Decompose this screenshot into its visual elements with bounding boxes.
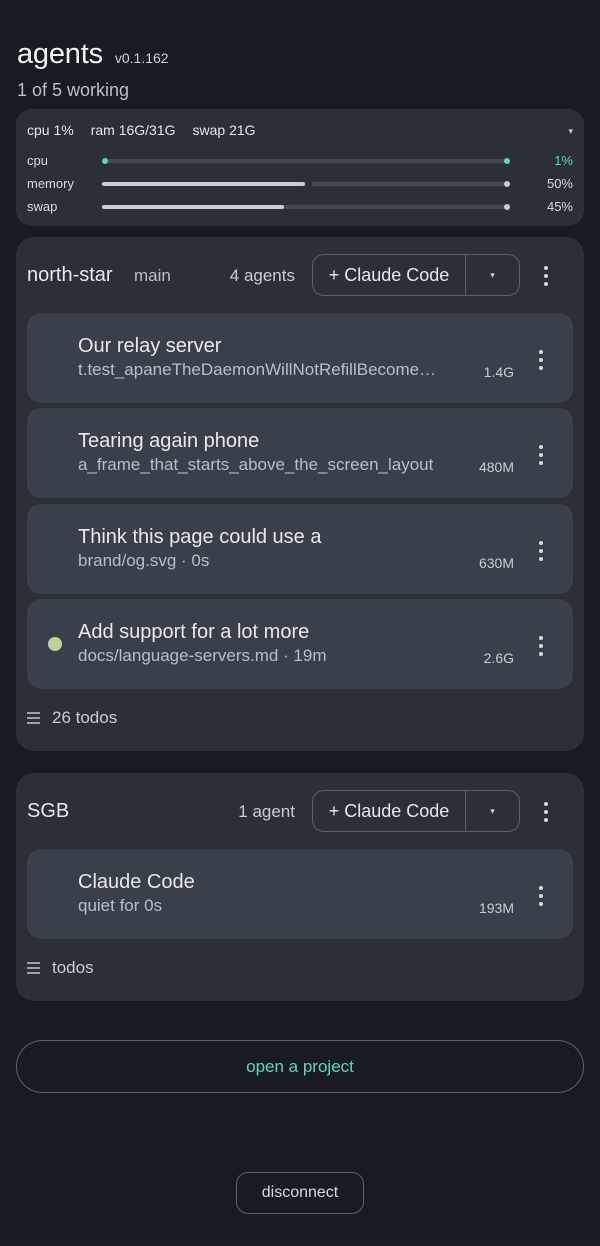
new-agent-split-button: + Claude Code ▾ [312,254,520,296]
agent-title: Our relay server [78,335,222,357]
stat-label: swap [27,199,58,214]
agent-memory: 630M [478,555,514,571]
project-name[interactable]: SGB [27,800,69,823]
cpu-meter-dot [102,158,108,164]
agent-menu-icon[interactable] [529,348,553,372]
agent-card[interactable]: Tearing again phone a_frame_that_starts_… [27,408,573,498]
cpu-summary: cpu 1% [27,122,74,138]
memory-meter-end-dot [504,181,510,187]
agent-subtitle: docs/language-servers.md · 19m [78,646,327,665]
agent-subtitle: quiet for 0s [78,896,163,915]
agent-card[interactable]: Claude Code quiet for 0s 193M [27,849,573,939]
agent-memory: 193M [478,900,514,916]
stat-row-memory: memory 50% [27,175,573,193]
agent-title: Think this page could use a [78,526,322,548]
app-header: agents v0.1.162 1 of 5 working [17,38,169,101]
agent-subtitle: t.test_apaneTheDaemonWillNotRefillBecome… [78,360,440,379]
ram-summary: ram 16G/31G [90,122,176,138]
project-menu-icon[interactable] [534,264,558,288]
project-card-north-star: north-star main 4 agents + Claude Code ▾… [16,237,584,751]
stat-value: 1% [554,153,573,168]
swap-meter [102,204,510,210]
disconnect-button[interactable]: disconnect [236,1172,364,1214]
cpu-meter [102,158,510,164]
stat-row-cpu: cpu 1% [27,152,573,170]
agent-card[interactable]: Our relay server t.test_apaneTheDaemonWi… [27,313,573,403]
system-stats-panel[interactable]: cpu 1% ram 16G/31G swap 21G ▾ cpu 1% mem… [16,109,584,226]
agent-memory: 480M [478,459,514,475]
swap-meter-fill [102,205,285,209]
swap-meter-end-dot [504,204,510,210]
new-claude-code-button[interactable]: + Claude Code [313,791,466,831]
agent-menu-icon[interactable] [529,443,553,467]
agent-memory: 1.4G [483,364,514,380]
agent-subtitle: brand/og.svg · 0s [78,551,210,570]
stat-row-swap: swap 45% [27,198,573,216]
list-icon [27,962,40,974]
memory-meter-fill [102,182,305,186]
agent-card[interactable]: Think this page could use a brand/og.svg… [27,504,573,594]
agent-type-dropdown-icon[interactable]: ▾ [466,791,519,831]
project-menu-icon[interactable] [534,800,558,824]
agent-type-dropdown-icon[interactable]: ▾ [466,255,519,295]
project-card-sgb: SGB 1 agent + Claude Code ▾ Claude Code … [16,773,584,1001]
agent-menu-icon[interactable] [529,539,553,563]
stat-value: 50% [546,176,573,191]
agent-title: Tearing again phone [78,430,260,452]
todos-link[interactable]: 26 todos [27,708,117,728]
cpu-meter-end-dot [504,158,510,164]
agent-card-working[interactable]: Add support for a lot more docs/language… [27,599,573,689]
stat-label: memory [27,176,74,191]
memory-meter [102,181,510,187]
agent-count: 1 agent [238,802,295,821]
agent-subtitle: a_frame_that_starts_above_the_screen_lay… [78,455,434,474]
todos-label: todos [52,958,94,977]
agent-menu-icon[interactable] [529,634,553,658]
stats-summary: cpu 1% ram 16G/31G swap 21G [27,122,273,138]
stat-value: 45% [546,199,573,214]
project-name[interactable]: north-star [27,264,113,287]
new-claude-code-button[interactable]: + Claude Code [313,255,466,295]
todos-label: 26 todos [52,708,118,727]
working-status: 1 of 5 working [17,80,130,100]
version-label: v0.1.162 [114,50,169,66]
todos-link[interactable]: todos [27,958,94,978]
new-agent-split-button: + Claude Code ▾ [312,790,520,832]
stat-label: cpu [27,153,48,168]
list-icon [27,712,40,724]
swap-summary: swap 21G [192,122,256,138]
agent-menu-icon[interactable] [529,884,553,908]
open-project-button[interactable]: open a project [16,1040,584,1093]
app-title: agents [17,38,103,70]
agent-count: 4 agents [229,266,295,285]
agent-title: Claude Code [78,871,195,893]
working-status-dot [48,637,62,651]
branch-label: main [134,266,171,285]
memory-meter-gap [305,182,312,186]
agent-memory: 2.6G [483,650,514,666]
collapse-toggle-icon[interactable]: ▾ [568,126,573,137]
agent-title: Add support for a lot more [78,621,310,643]
